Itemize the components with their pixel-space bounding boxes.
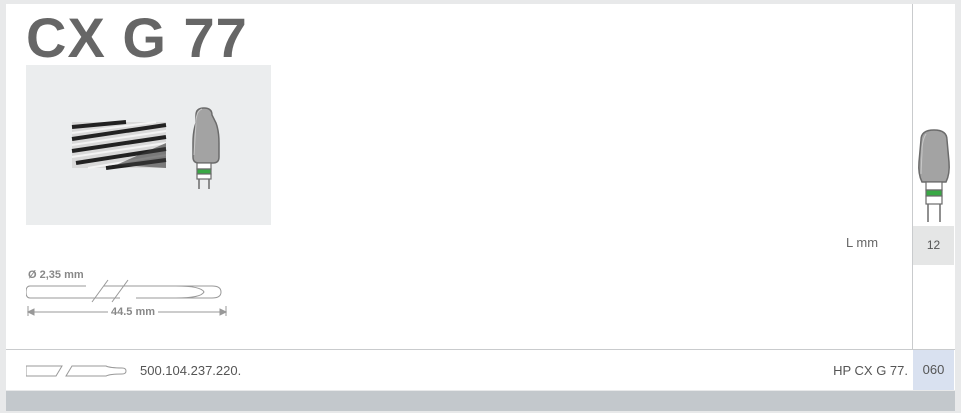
row-divider	[6, 349, 955, 350]
length-value-cell: 12	[913, 226, 954, 265]
diameter-label: Ø 2,35 mm	[26, 269, 86, 281]
product-photo	[26, 65, 271, 225]
product-panel: CX G 77 Ø 2,35 mm 44.5 mm L mm 12 500.10…	[6, 4, 955, 390]
bur-outline-icon	[25, 279, 222, 303]
dimension-drawing: Ø 2,35 mm 44.5 mm	[25, 266, 236, 318]
length-column-header: L mm	[846, 235, 879, 250]
column-divider	[912, 4, 913, 349]
length-label: 44.5 mm	[108, 306, 159, 318]
part-number: 500.104.237.220.	[140, 363, 242, 378]
shank-outline-icon	[26, 365, 127, 377]
cutter-closeup-image	[71, 120, 167, 170]
bur-head-icon	[918, 129, 950, 222]
size-cell[interactable]: 060	[913, 350, 954, 390]
product-title: CX G 77	[26, 6, 248, 69]
footer-bar	[6, 391, 955, 411]
bur-head-icon	[192, 107, 220, 189]
hp-code: HP CX G 77.	[833, 363, 908, 378]
